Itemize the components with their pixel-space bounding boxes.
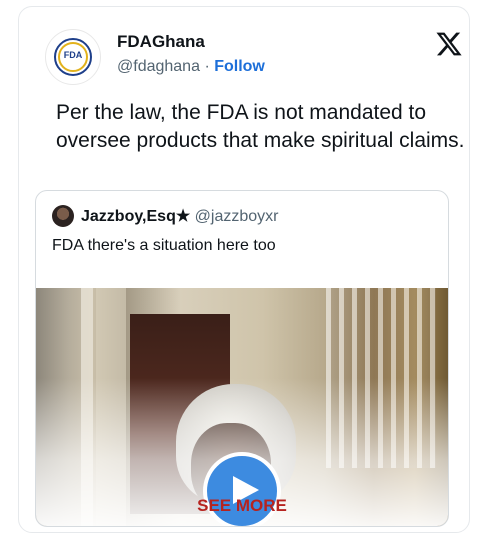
author-display-name[interactable]: FDAGhana — [117, 32, 205, 52]
quoted-author-handle[interactable]: @jazzboyxr — [195, 208, 279, 225]
see-more-link[interactable]: SEE MORE — [36, 496, 448, 516]
quoted-post-text: FDA there's a situation here too — [52, 237, 276, 254]
quoted-author-name[interactable]: Jazzboy,Esq★ — [81, 208, 190, 225]
fda-ghana-avatar[interactable]: FDA — [45, 29, 101, 85]
separator-dot: · — [204, 58, 210, 75]
author-handle[interactable]: @fdaghana — [117, 58, 200, 75]
quoted-post[interactable]: Jazzboy,Esq★ @jazzboyxr FDA there's a si… — [35, 190, 449, 527]
post-text: Per the law, the FDA is not mandated to … — [56, 101, 465, 152]
avatar-logo-text: FDA — [63, 50, 83, 60]
x-logo-icon[interactable] — [435, 30, 463, 58]
author-handle-row: @fdaghana · Follow — [117, 58, 265, 76]
follow-button[interactable]: Follow — [214, 58, 265, 75]
quoted-video-thumbnail[interactable]: SEE MORE — [36, 288, 448, 526]
quoted-author-row: Jazzboy,Esq★ @jazzboyxr — [81, 206, 278, 226]
quoted-author-avatar[interactable] — [52, 205, 74, 227]
